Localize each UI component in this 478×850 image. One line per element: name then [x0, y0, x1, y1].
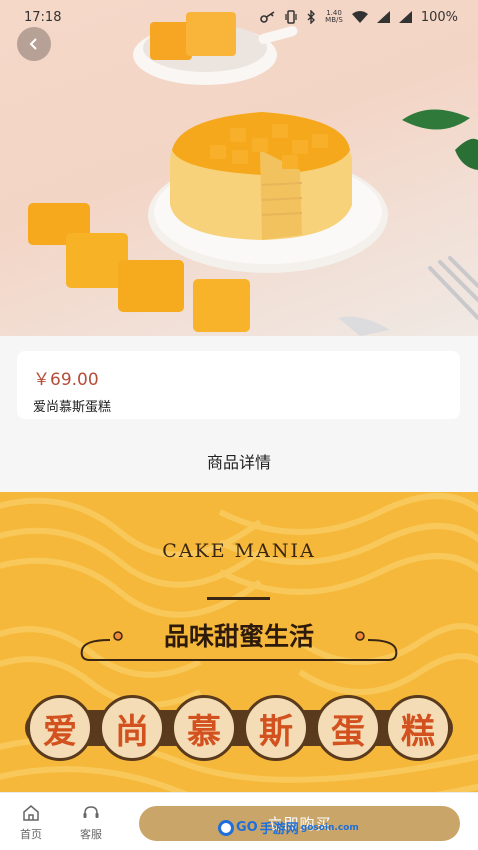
- banner-brand-text: CAKE MANIA: [162, 540, 316, 562]
- status-time: 17:18: [24, 9, 62, 25]
- status-bar: 17:18 1.40 MB/S 100%: [0, 0, 478, 34]
- bluetooth-icon: [307, 10, 316, 24]
- watermark-circle-icon: [218, 819, 234, 836]
- chevron-left-icon: [29, 38, 37, 50]
- net-speed: 1.40 MB/S: [325, 9, 343, 24]
- title-char: 慕: [171, 695, 237, 761]
- cake-photo: [28, 12, 478, 336]
- title-char: 爱: [27, 695, 93, 761]
- battery-level: 100%: [420, 9, 458, 25]
- banner-divider: [207, 597, 270, 600]
- product-price: ￥69.00: [33, 370, 99, 390]
- product-name: 爱尚慕斯蛋糕: [33, 400, 112, 415]
- status-icons: 1.40 MB/S 100%: [260, 10, 458, 25]
- nav-service-label: 客服: [80, 828, 102, 841]
- banner-product-title: 爱 尚 慕 斯 蛋 糕: [25, 692, 453, 764]
- signal-icon: [376, 11, 390, 23]
- title-char: 蛋: [315, 695, 381, 761]
- product-hero-image: [0, 0, 478, 336]
- key-icon: [260, 11, 275, 23]
- nav-home-label: 首页: [20, 828, 42, 841]
- nav-home[interactable]: 首页: [11, 805, 51, 842]
- vibrate-icon: [285, 10, 297, 24]
- title-char: 斯: [243, 695, 309, 761]
- home-icon: [23, 805, 39, 821]
- back-button[interactable]: [17, 27, 51, 61]
- price-card: ￥69.00 爱尚慕斯蛋糕: [17, 351, 460, 419]
- slogan-ribbon: 品味甜蜜生活: [70, 622, 408, 668]
- headset-icon: [83, 806, 99, 818]
- title-char: 糕: [385, 695, 451, 761]
- banner-slogan: 品味甜蜜生活: [163, 622, 314, 651]
- detail-banner: CAKE MANIA 品味甜蜜生活 爱 尚 慕 斯 蛋 糕: [0, 492, 478, 792]
- signal-icon: [398, 11, 412, 23]
- nav-service[interactable]: 客服: [71, 805, 111, 842]
- wifi-icon: [351, 11, 368, 23]
- title-char: 尚: [99, 695, 165, 761]
- watermark-logo: GO 手游网 gosoin.com: [218, 818, 359, 837]
- detail-section-title: 商品详情: [206, 453, 271, 472]
